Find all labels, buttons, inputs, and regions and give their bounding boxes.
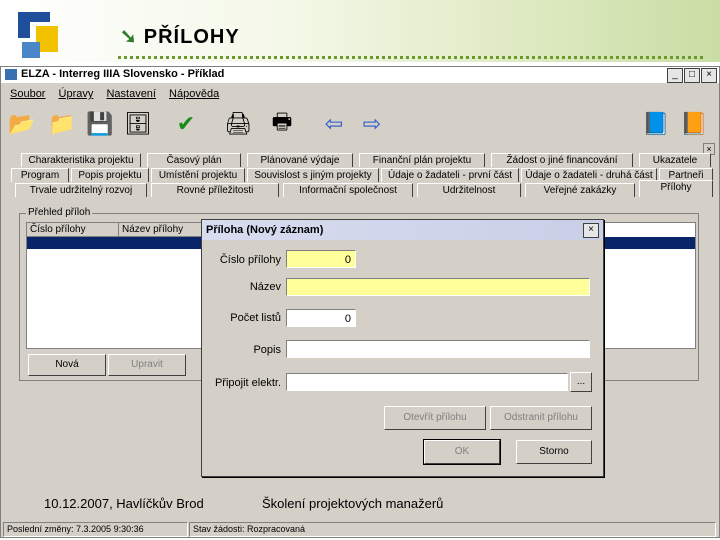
tab-trvale-udrzitelny[interactable]: Trvale udržitelný rozvoj bbox=[15, 183, 147, 197]
status-last-change: Poslední změny: 7.3.2005 9:30:36 bbox=[3, 522, 188, 537]
group-label: Přehled příloh bbox=[26, 207, 93, 218]
help-book-icon[interactable]: 📙 bbox=[679, 109, 709, 139]
column-header-nazev[interactable]: Název přílohy bbox=[119, 223, 209, 237]
cancel-button[interactable]: Storno bbox=[516, 440, 592, 464]
name-field[interactable] bbox=[286, 278, 590, 296]
pages-label: Počet listů bbox=[230, 312, 281, 324]
status-bar: Poslední změny: 7.3.2005 9:30:36 Stav žá… bbox=[1, 521, 719, 537]
tab-umisteni-projektu[interactable]: Umístění projektu bbox=[151, 168, 245, 182]
menu-item-upravy[interactable]: Úpravy bbox=[59, 85, 94, 103]
tab-udrzitelnost[interactable]: Udržitelnost bbox=[417, 183, 521, 197]
ok-button[interactable]: OK bbox=[423, 439, 501, 465]
new-button[interactable]: Nová bbox=[28, 354, 106, 376]
dialog-title: Příloha (Nový záznam) bbox=[206, 224, 324, 236]
tab-rovne-prilezitosti[interactable]: Rovné příležitosti bbox=[151, 183, 279, 197]
minimize-button[interactable]: _ bbox=[667, 68, 683, 83]
column-header-cislo[interactable]: Číslo přílohy bbox=[27, 223, 119, 237]
tab-program[interactable]: Program bbox=[11, 168, 69, 182]
tab-row-2: Program Popis projektu Umístění projektu… bbox=[1, 168, 719, 182]
title-divider bbox=[118, 56, 703, 59]
slide-title: ➘ PŘÍLOHY bbox=[120, 26, 240, 48]
description-label: Popis bbox=[253, 344, 281, 356]
tab-casovy-plan[interactable]: Časový plán bbox=[147, 153, 241, 167]
tab-zadatel-druha[interactable]: Údaje o žadateli - druhá část bbox=[521, 168, 657, 182]
folder-icon[interactable]: 📁 bbox=[47, 109, 77, 139]
window-titlebar[interactable]: ELZA - Interreg IIIA Slovensko - Příklad… bbox=[1, 67, 719, 83]
status-request-state: Stav žádosti: Rozpracovaná bbox=[189, 522, 716, 537]
slide-header-background bbox=[0, 0, 720, 62]
dialog-close-button[interactable]: × bbox=[583, 223, 599, 238]
open-folder-icon[interactable]: 📂 bbox=[7, 109, 37, 139]
maximize-button[interactable]: □ bbox=[684, 68, 700, 83]
tab-souvislost[interactable]: Souvislost s jiným projekty bbox=[247, 168, 379, 182]
arrow-icon: ➘ bbox=[120, 26, 138, 48]
menu-item-nastaveni[interactable]: Nastavení bbox=[106, 85, 156, 103]
remove-attachment-button[interactable]: Odstranit přílohu bbox=[490, 406, 592, 430]
tab-verejne-zakazky[interactable]: Veřejné zakázky bbox=[525, 183, 635, 197]
menu-bar: Soubor Úpravy Nastavení Nápověda bbox=[1, 85, 719, 103]
toolbar: 📂 📁 💾 🗄 ✔ 🖨 🖶 ⇦ ⇨ 📘 📙 bbox=[1, 105, 719, 143]
logo-icon bbox=[18, 12, 58, 58]
tab-popis-projektu[interactable]: Popis projektu bbox=[71, 168, 149, 182]
tab-zadost-financovani[interactable]: Žádost o jiné financování bbox=[491, 153, 633, 167]
app-icon bbox=[5, 69, 17, 80]
tab-financni-plan[interactable]: Finanční plán projektu bbox=[359, 153, 485, 167]
attach-label: Připojit elektr. bbox=[214, 377, 281, 389]
network-save-icon[interactable]: 🗄 bbox=[123, 109, 153, 139]
tab-row-3: Trvale udržitelný rozvoj Rovné příležito… bbox=[1, 180, 719, 197]
pages-field[interactable]: 0 bbox=[286, 309, 356, 327]
menu-item-napoveda[interactable]: Nápověda bbox=[169, 85, 219, 103]
number-label: Číslo přílohy bbox=[219, 254, 281, 266]
attachment-dialog: Příloha (Nový záznam) × Číslo přílohy 0 … bbox=[201, 219, 604, 477]
description-field[interactable] bbox=[286, 340, 590, 358]
tab-planovane-vydaje[interactable]: Plánované výdaje bbox=[247, 153, 353, 167]
book-icon[interactable]: 📘 bbox=[641, 109, 671, 139]
tab-row-1: Charakteristika projektu Časový plán Plá… bbox=[1, 153, 719, 167]
window-title: ELZA - Interreg IIIA Slovensko - Příklad bbox=[21, 68, 225, 80]
number-field[interactable]: 0 bbox=[286, 250, 356, 268]
footer-event: Školení projektových manažerů bbox=[262, 496, 444, 511]
dialog-titlebar[interactable]: Příloha (Nový záznam) × bbox=[202, 220, 603, 240]
printer-gray-icon[interactable]: 🖨 bbox=[223, 109, 253, 139]
footer-date: 10.12.2007, Havlíčkův Brod bbox=[44, 496, 204, 511]
arrow-left-icon[interactable]: ⇦ bbox=[319, 109, 349, 139]
tab-informacni-spolecnost[interactable]: Informační společnost bbox=[283, 183, 413, 197]
open-attachment-button[interactable]: Otevřít přílohu bbox=[384, 406, 486, 430]
check-icon[interactable]: ✔ bbox=[171, 109, 201, 139]
tab-ukazatele[interactable]: Ukazatele bbox=[639, 153, 711, 167]
window-close-button[interactable]: × bbox=[701, 68, 717, 83]
menu-item-soubor[interactable]: Soubor bbox=[10, 85, 45, 103]
tab-charakteristika[interactable]: Charakteristika projektu bbox=[21, 153, 141, 167]
arrow-right-icon[interactable]: ⇨ bbox=[357, 109, 387, 139]
floppy-disk-icon[interactable]: 💾 bbox=[85, 109, 115, 139]
printer-icon[interactable]: 🖶 bbox=[267, 109, 297, 139]
name-label: Název bbox=[249, 281, 281, 293]
attach-path-field[interactable] bbox=[286, 373, 568, 391]
edit-button[interactable]: Upravit bbox=[108, 354, 186, 376]
browse-button[interactable]: ... bbox=[570, 372, 592, 392]
tab-prilohy[interactable]: Přílohy bbox=[639, 180, 713, 197]
tab-zadatel-prvni[interactable]: Údaje o žadateli - první část bbox=[381, 168, 519, 182]
